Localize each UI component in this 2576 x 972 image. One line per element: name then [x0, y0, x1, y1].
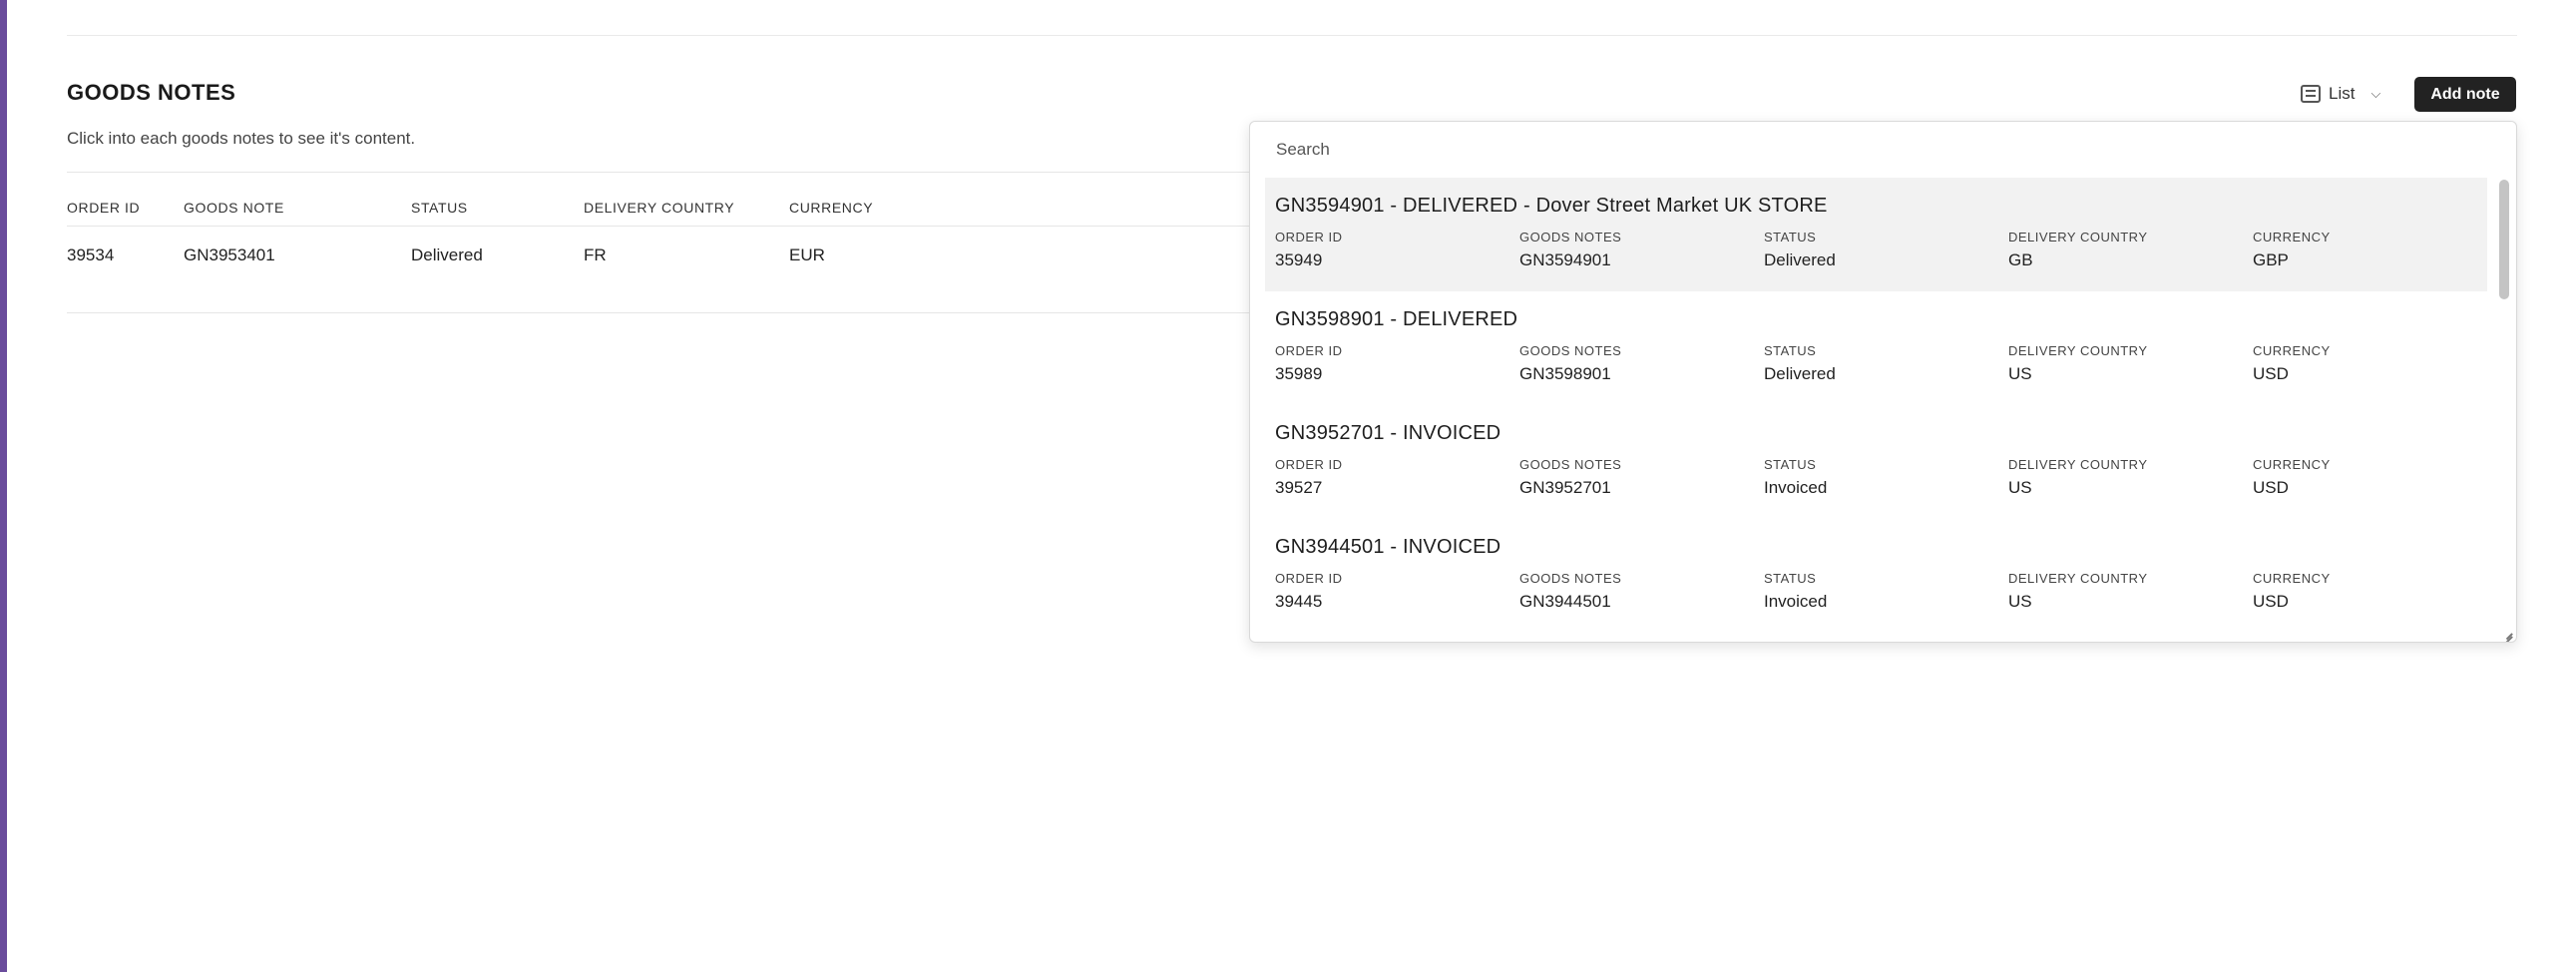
result-currency: USD	[2253, 592, 2289, 611]
dropdown-scrollbar[interactable]	[2499, 180, 2509, 299]
search-result-item[interactable]: GN3944501 - INVOICED ORDER ID 39445 GOODS…	[1265, 519, 2487, 633]
cell-status: Delivered	[411, 245, 483, 264]
result-goods-notes: GN3598901	[1519, 364, 1611, 383]
result-order-id: 39445	[1275, 592, 1323, 611]
page-title: GOODS NOTES	[67, 80, 236, 105]
result-status: Invoiced	[1764, 592, 1828, 611]
cell-order-id: 39534	[67, 245, 115, 264]
left-accent-bar	[0, 0, 7, 972]
view-toggle-dropdown[interactable]: List ⌵	[2301, 79, 2380, 109]
field-label: CURRENCY	[2253, 457, 2331, 472]
top-divider	[67, 35, 2517, 36]
field-label: DELIVERY COUNTRY	[2008, 343, 2148, 358]
field-label: DELIVERY COUNTRY	[2008, 571, 2148, 586]
result-title: GN3952701 - INVOICED	[1275, 422, 1502, 444]
cell-delivery-country: FR	[584, 245, 607, 264]
table-divider	[67, 226, 1264, 227]
header-status: STATUS	[411, 200, 468, 216]
result-goods-notes: GN3944501	[1519, 592, 1611, 611]
field-label: STATUS	[1764, 571, 1817, 586]
search-results-list: GN3594901 - DELIVERED - Dover Street Mar…	[1265, 178, 2502, 633]
result-goods-notes: GN3952701	[1519, 478, 1611, 497]
resize-handle-icon[interactable]	[2498, 624, 2512, 638]
header-goods-note: GOODS NOTE	[184, 200, 284, 216]
goods-notes-search-dropdown: GN3594901 - DELIVERED - Dover Street Mar…	[1249, 121, 2517, 643]
field-label: DELIVERY COUNTRY	[2008, 457, 2148, 472]
table-divider	[67, 172, 1264, 173]
field-label: ORDER ID	[1275, 571, 1343, 586]
field-label: CURRENCY	[2253, 230, 2331, 244]
chevron-down-icon: ⌵	[2370, 86, 2381, 101]
table-divider	[67, 312, 1264, 313]
table-row[interactable]: 39534 GN3953401 Delivered FR EUR	[67, 245, 1264, 269]
result-goods-notes: GN3594901	[1519, 250, 1611, 269]
field-label: GOODS NOTES	[1519, 343, 1622, 358]
search-input[interactable]	[1251, 132, 2478, 168]
result-order-id: 35989	[1275, 364, 1323, 383]
cell-goods-note: GN3953401	[184, 245, 275, 264]
cell-currency: EUR	[789, 245, 825, 264]
result-title: GN3944501 - INVOICED	[1275, 536, 1502, 558]
header-order-id: ORDER ID	[67, 200, 141, 216]
field-label: STATUS	[1764, 343, 1817, 358]
field-label: STATUS	[1764, 230, 1817, 244]
result-order-id: 39527	[1275, 478, 1323, 497]
view-toggle-label: List	[2329, 84, 2356, 103]
field-label: ORDER ID	[1275, 457, 1343, 472]
header-currency: CURRENCY	[789, 200, 874, 216]
page-subtitle: Click into each goods notes to see it's …	[67, 129, 416, 148]
search-result-item[interactable]: GN3598901 - DELIVERED ORDER ID 35989 GOOD…	[1265, 291, 2487, 405]
list-icon	[2301, 85, 2321, 103]
result-delivery-country: US	[2008, 592, 2032, 611]
result-title: GN3598901 - DELIVERED	[1275, 308, 1518, 330]
result-status: Delivered	[1764, 250, 1836, 269]
search-result-item[interactable]: GN3594901 - DELIVERED - Dover Street Mar…	[1265, 178, 2487, 291]
field-label: ORDER ID	[1275, 230, 1343, 244]
result-delivery-country: US	[2008, 364, 2032, 383]
result-currency: USD	[2253, 478, 2289, 497]
result-currency: USD	[2253, 364, 2289, 383]
add-note-button[interactable]: Add note	[2414, 77, 2516, 112]
field-label: CURRENCY	[2253, 343, 2331, 358]
field-label: ORDER ID	[1275, 343, 1343, 358]
field-label: STATUS	[1764, 457, 1817, 472]
field-label: DELIVERY COUNTRY	[2008, 230, 2148, 244]
result-status: Invoiced	[1764, 478, 1828, 497]
result-delivery-country: GB	[2008, 250, 2033, 269]
result-status: Delivered	[1764, 364, 1836, 383]
result-title: GN3594901 - DELIVERED - Dover Street Mar…	[1275, 195, 1828, 217]
header-delivery-country: DELIVERY COUNTRY	[584, 200, 735, 216]
result-delivery-country: US	[2008, 478, 2032, 497]
field-label: CURRENCY	[2253, 571, 2331, 586]
field-label: GOODS NOTES	[1519, 571, 1622, 586]
result-currency: GBP	[2253, 250, 2289, 269]
field-label: GOODS NOTES	[1519, 457, 1622, 472]
field-label: GOODS NOTES	[1519, 230, 1622, 244]
search-result-item[interactable]: GN3952701 - INVOICED ORDER ID 39527 GOODS…	[1265, 405, 2487, 519]
table-header: ORDER ID GOODS NOTE STATUS DELIVERY COUN…	[67, 200, 1264, 220]
result-order-id: 35949	[1275, 250, 1323, 269]
